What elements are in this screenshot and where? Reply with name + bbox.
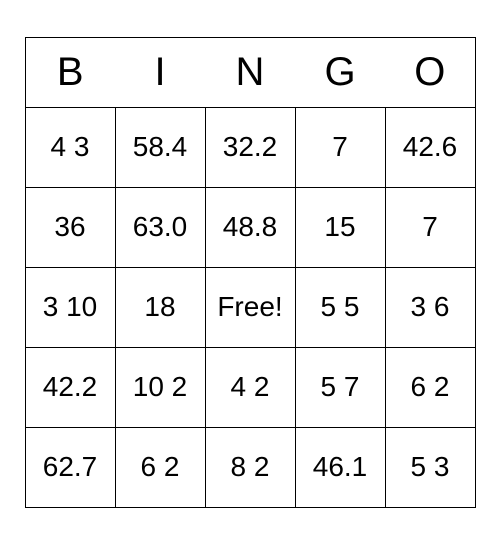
bingo-cell: 7	[295, 107, 385, 187]
bingo-cell: 36	[25, 187, 115, 267]
bingo-cell: 5 3	[385, 427, 475, 507]
bingo-cell: 6 2	[115, 427, 205, 507]
bingo-cell: 58.4	[115, 107, 205, 187]
bingo-cell: 42.2	[25, 347, 115, 427]
bingo-cell: 18	[115, 267, 205, 347]
bingo-row: 36 63.0 48.8 15 7	[25, 187, 475, 267]
bingo-cell: 10 2	[115, 347, 205, 427]
bingo-cell: 3 10	[25, 267, 115, 347]
bingo-cell: 15	[295, 187, 385, 267]
header-g: G	[295, 37, 385, 107]
bingo-cell: 32.2	[205, 107, 295, 187]
bingo-row: 62.7 6 2 8 2 46.1 5 3	[25, 427, 475, 507]
bingo-cell: 3 6	[385, 267, 475, 347]
bingo-cell: 63.0	[115, 187, 205, 267]
bingo-card: B I N G O 4 3 58.4 32.2 7 42.6 36 63.0 4…	[25, 37, 476, 508]
bingo-cell: 5 7	[295, 347, 385, 427]
bingo-cell: 42.6	[385, 107, 475, 187]
bingo-cell: 6 2	[385, 347, 475, 427]
bingo-free-cell: Free!	[205, 267, 295, 347]
bingo-cell: 7	[385, 187, 475, 267]
bingo-cell: 8 2	[205, 427, 295, 507]
header-b: B	[25, 37, 115, 107]
bingo-cell: 62.7	[25, 427, 115, 507]
bingo-header-row: B I N G O	[25, 37, 475, 107]
bingo-row: 3 10 18 Free! 5 5 3 6	[25, 267, 475, 347]
bingo-row: 4 3 58.4 32.2 7 42.6	[25, 107, 475, 187]
bingo-cell: 5 5	[295, 267, 385, 347]
header-i: I	[115, 37, 205, 107]
bingo-cell: 4 2	[205, 347, 295, 427]
bingo-cell: 4 3	[25, 107, 115, 187]
bingo-cell: 46.1	[295, 427, 385, 507]
bingo-row: 42.2 10 2 4 2 5 7 6 2	[25, 347, 475, 427]
bingo-cell: 48.8	[205, 187, 295, 267]
header-o: O	[385, 37, 475, 107]
header-n: N	[205, 37, 295, 107]
